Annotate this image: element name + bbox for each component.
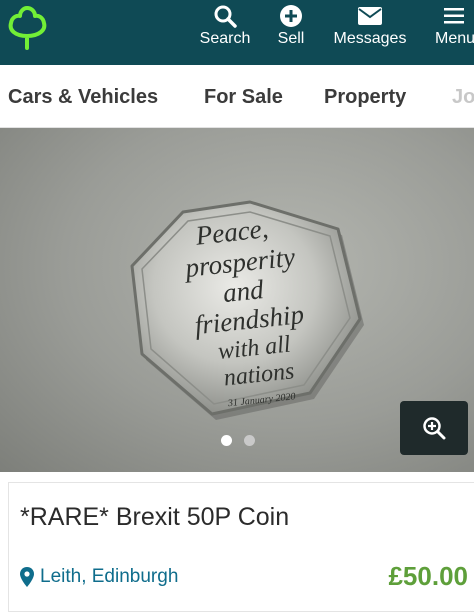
nav-menu-label: Menu: [435, 30, 474, 47]
listing-card: *RARE* Brexit 50P Coin Leith, Edinburgh …: [8, 482, 474, 612]
gallery-dot[interactable]: [244, 435, 255, 446]
plus-circle-icon: [280, 5, 302, 27]
tree-logo-icon[interactable]: [6, 6, 48, 50]
nav-messages-button[interactable]: Messages: [328, 0, 412, 65]
nav-sell-label: Sell: [277, 30, 305, 47]
nav-search-button[interactable]: Search: [190, 0, 260, 65]
nav-menu-button[interactable]: Menu: [432, 0, 474, 65]
category-for-sale[interactable]: For Sale: [204, 86, 283, 109]
hamburger-icon: [444, 8, 464, 24]
listing-price: £50.00: [388, 561, 468, 591]
listing-location[interactable]: Leith, Edinburgh: [20, 565, 178, 589]
nav-messages-label: Messages: [333, 30, 407, 47]
category-cars-vehicles[interactable]: Cars & Vehicles: [8, 86, 158, 109]
listing-location-text: Leith, Edinburgh: [40, 566, 179, 587]
category-bar: Cars & Vehicles For Sale Property Jo: [0, 65, 474, 128]
category-jobs[interactable]: Jo: [452, 86, 474, 109]
map-pin-icon: [20, 567, 34, 587]
envelope-icon: [358, 7, 382, 25]
nav-search-label: Search: [199, 30, 251, 47]
top-header: Search Sell Messages Menu: [0, 0, 474, 65]
nav-sell-button[interactable]: Sell: [268, 0, 314, 65]
category-property[interactable]: Property: [324, 86, 406, 109]
listing-title: *RARE* Brexit 50P Coin: [20, 503, 290, 531]
zoom-in-icon: [423, 417, 446, 440]
zoom-button[interactable]: [400, 401, 468, 455]
search-icon: [214, 5, 237, 28]
gallery-dot-active[interactable]: [221, 435, 232, 446]
gallery-pagination: [219, 435, 259, 447]
